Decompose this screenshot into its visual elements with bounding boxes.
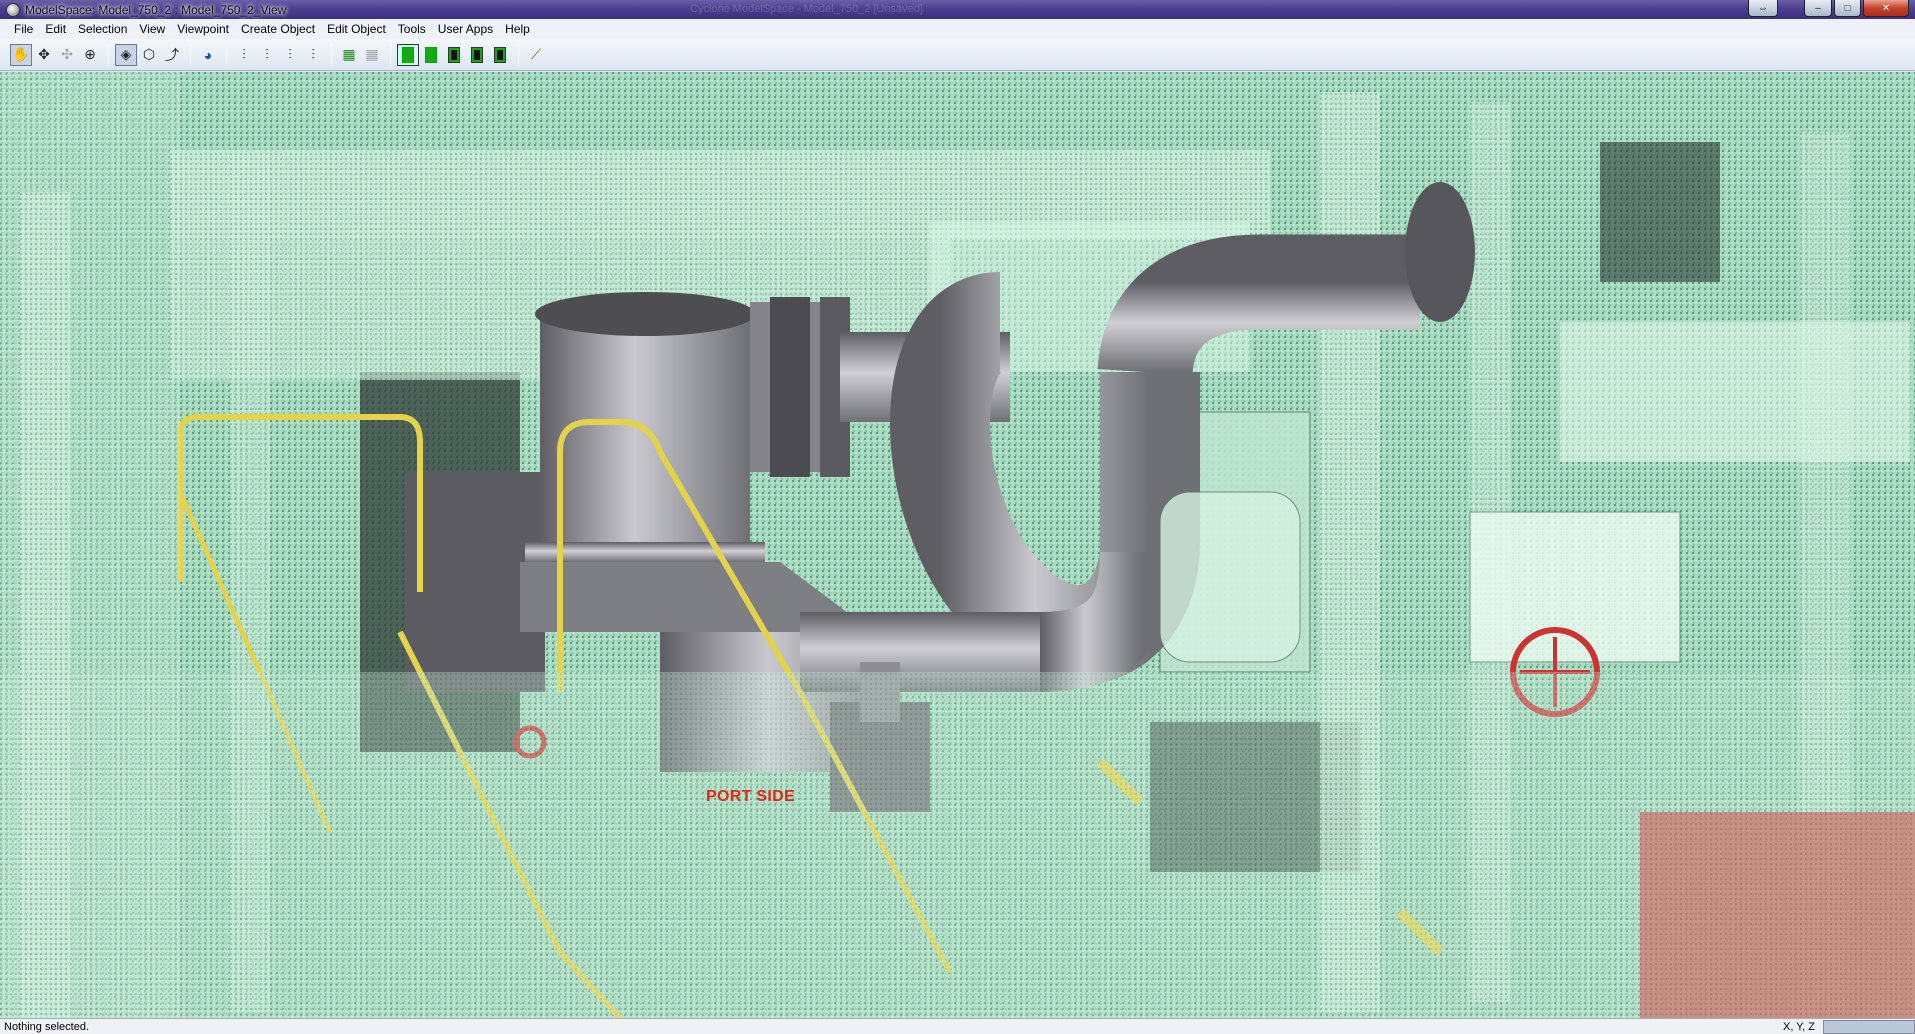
globe-icon[interactable]: ◕: [197, 44, 219, 66]
menu-create-object[interactable]: Create Object: [235, 20, 321, 38]
menu-edit-object[interactable]: Edit Object: [321, 20, 392, 38]
minimize-button[interactable]: –: [1804, 0, 1832, 17]
menu-edit[interactable]: Edit: [39, 20, 72, 38]
title-bar: ModelSpace: Model_750_2 : Model_750_2_Vi…: [0, 0, 1915, 19]
grid-snap-icon[interactable]: ▦: [338, 44, 360, 66]
green-mode-2-icon[interactable]: [420, 44, 442, 66]
toolbar-separator: [226, 42, 227, 67]
close-button[interactable]: ✕: [1863, 0, 1909, 17]
menu-tools[interactable]: Tools: [392, 20, 432, 38]
window-title-ghost: Cyclone ModelSpace - Model_750_2 [Unsave…: [690, 3, 923, 15]
green-mode-1-icon[interactable]: [397, 43, 419, 66]
hand-tool-icon[interactable]: ✋: [10, 43, 32, 66]
move-tool-icon[interactable]: ✥: [33, 44, 55, 66]
toolbar-separator: [108, 42, 109, 67]
green-mode-5-icon[interactable]: [489, 44, 511, 66]
layer-3-icon[interactable]: ⫶: [279, 44, 301, 66]
app-icon[interactable]: [6, 2, 20, 17]
menu-view[interactable]: View: [133, 20, 171, 38]
layer-4-icon[interactable]: ⫶: [302, 44, 324, 66]
status-bar: Nothing selected. X, Y, Z: [0, 1018, 1915, 1034]
toolbar: ✋ ✥ ✣ ⊕ ◈ ⬡ ⤴ ◕ ⫶ ⫶ ⫶ ⫶ ▦ ▦ ⟋: [0, 39, 1915, 71]
toolbar-separator: [390, 42, 391, 67]
menu-viewpoint[interactable]: Viewpoint: [171, 20, 235, 38]
green-mode-3-icon[interactable]: [443, 44, 465, 66]
box-view-icon[interactable]: ⬡: [138, 44, 160, 66]
toolbar-separator: [518, 42, 519, 67]
coords-box: [1823, 1020, 1915, 1034]
restore-small-button[interactable]: ⇔: [1748, 0, 1778, 17]
toolbar-separator: [331, 42, 332, 67]
menu-user-apps[interactable]: User Apps: [432, 20, 499, 38]
menu-file[interactable]: File: [8, 20, 39, 38]
rotate-axis-icon[interactable]: ⤴: [161, 44, 183, 66]
model-viewport[interactable]: PORT SIDE: [0, 72, 1915, 1018]
grid-snap-alt-icon[interactable]: ▦: [361, 44, 383, 66]
menu-selection[interactable]: Selection: [72, 20, 133, 38]
measure-tool-icon[interactable]: ⟋: [525, 44, 547, 66]
toolbar-separator: [190, 42, 191, 67]
menu-bar: File Edit Selection View Viewpoint Creat…: [0, 19, 1915, 39]
layer-1-icon[interactable]: ⫶: [233, 44, 255, 66]
port-side-label: PORT SIDE: [706, 788, 795, 805]
green-mode-4-icon[interactable]: [466, 44, 488, 66]
target-tool-icon[interactable]: ⊕: [79, 44, 101, 66]
seek-tool-icon[interactable]: ✣: [56, 44, 78, 66]
coords-label: X, Y, Z: [1782, 1020, 1815, 1033]
maximize-button[interactable]: □: [1834, 0, 1861, 17]
point-cloud-scene[interactable]: [0, 72, 1915, 1018]
rendered-view-icon[interactable]: ◈: [115, 43, 137, 66]
window-title: ModelSpace: Model_750_2 : Model_750_2_Vi…: [25, 2, 287, 17]
menu-help[interactable]: Help: [499, 20, 536, 38]
status-text: Nothing selected.: [4, 1020, 89, 1033]
layer-2-icon[interactable]: ⫶: [256, 44, 278, 66]
